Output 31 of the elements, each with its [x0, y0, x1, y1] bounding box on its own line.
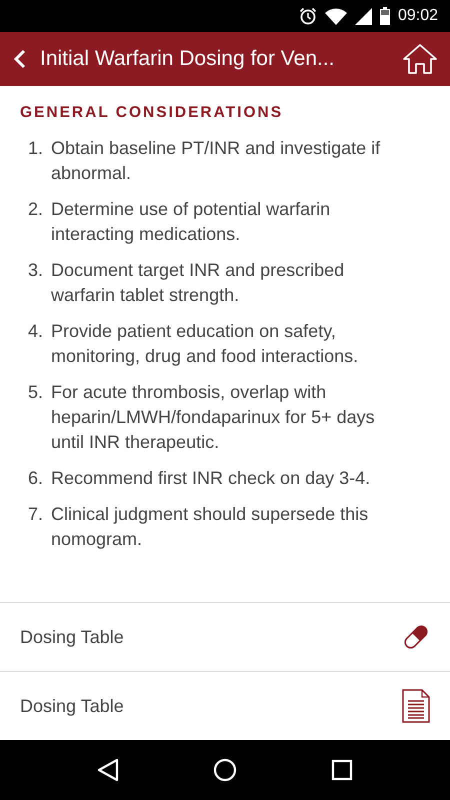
status-time: 09:02 [398, 7, 438, 25]
home-nav-button[interactable] [213, 758, 237, 782]
item-text: Determine use of potential warfarin interacting medications. [51, 198, 332, 246]
item-number: 1. [26, 137, 43, 160]
wifi-icon [324, 8, 347, 24]
triangle-icon [97, 758, 119, 782]
item-number: 3. [26, 259, 43, 282]
item-number: 2. [26, 198, 43, 221]
screen-title: Initial Warfarin Dosing for Ven... [40, 47, 336, 71]
circle-icon [213, 758, 237, 782]
recents-nav-button[interactable] [331, 759, 353, 781]
item-text: Recommend first INR check on day 3-4. [51, 467, 370, 490]
item-number: 5. [26, 381, 43, 404]
section-heading: GENERAL CONSIDERATIONS [20, 104, 284, 122]
home-button[interactable] [400, 41, 440, 77]
item-text: Obtain baseline PT/INR and investigate if abnormal. [51, 137, 382, 185]
back-nav-button[interactable] [97, 758, 119, 782]
square-icon [331, 759, 353, 781]
item-number: 7. [26, 503, 43, 526]
house-icon [402, 43, 438, 75]
item-text: Provide patient education on safety, monitoring, drug and food interactions. [51, 320, 360, 368]
item-number: 4. [26, 320, 43, 343]
item-text: Clinical judgment should supersede this nomogram. [51, 503, 370, 551]
alarm-icon [298, 7, 317, 25]
item-text: For acute thrombosis, overlap with heparin/LMWH/fondaparinux for 5+ days until INR therapeutic. [51, 381, 376, 454]
signal-icon [354, 8, 372, 24]
chevron-left-icon [12, 49, 28, 69]
item-number: 6. [26, 467, 43, 490]
document-icon [402, 689, 430, 723]
item-text: Document target INR and prescribed warfarin tablet strength. [51, 259, 346, 307]
battery-icon [380, 7, 390, 25]
